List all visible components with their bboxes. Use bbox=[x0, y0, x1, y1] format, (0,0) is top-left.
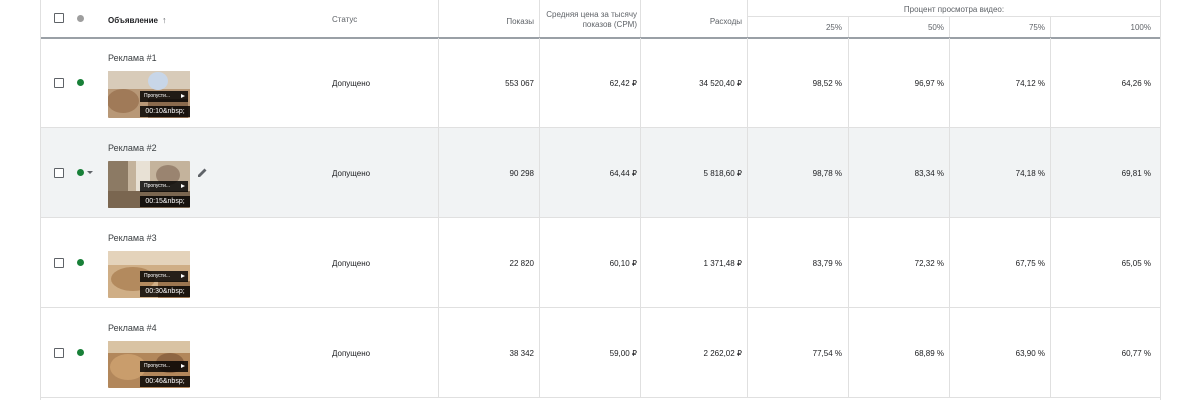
table-row[interactable]: Реклама #4 Пропусти... 00:46&nbsp; Допущ… bbox=[41, 308, 1160, 398]
status-enabled-dot bbox=[77, 169, 84, 176]
cost-value: 5 818,60 ₽ bbox=[703, 169, 742, 178]
skip-ad-overlay: Пропусти... bbox=[140, 91, 188, 102]
status-text: Допущено bbox=[332, 79, 371, 88]
cpm-value: 64,44 ₽ bbox=[609, 169, 637, 178]
sort-ascending-icon[interactable]: ↑ bbox=[162, 15, 167, 25]
status-enabled-dot bbox=[77, 349, 84, 356]
p50-value: 96,97 % bbox=[914, 79, 944, 88]
cost-value: 1 371,48 ₽ bbox=[703, 259, 742, 268]
p50-column-header[interactable]: 50% bbox=[849, 23, 944, 32]
status-column-header[interactable]: Статус bbox=[332, 15, 357, 24]
impressions-value: 90 298 bbox=[509, 169, 534, 178]
cpm-column-header[interactable]: Средняя цена за тысячу показов (CPM) bbox=[540, 10, 637, 30]
p100-column-header[interactable]: 100% bbox=[1051, 23, 1151, 32]
cost-column-header[interactable]: Расходы bbox=[641, 17, 742, 26]
play-icon bbox=[181, 184, 185, 188]
ad-name[interactable]: Реклама #1 bbox=[108, 53, 157, 63]
p50-value: 83,34 % bbox=[914, 169, 944, 178]
p100-value: 65,05 % bbox=[1121, 259, 1151, 268]
p75-value: 63,90 % bbox=[1015, 349, 1045, 358]
impressions-value: 22 820 bbox=[509, 259, 534, 268]
impressions-value: 38 342 bbox=[509, 349, 534, 358]
video-thumbnail[interactable]: Пропусти... 00:46&nbsp; bbox=[108, 341, 190, 388]
play-icon bbox=[181, 94, 185, 98]
header-status-dot bbox=[77, 15, 84, 22]
ad-name[interactable]: Реклама #4 bbox=[108, 323, 157, 333]
p100-value: 64,26 % bbox=[1121, 79, 1151, 88]
ads-table: Объявление ↑ Статус Показы Средняя цена з… bbox=[40, 0, 1161, 400]
p25-value: 98,52 % bbox=[812, 79, 842, 88]
row-checkbox[interactable] bbox=[54, 168, 64, 178]
p25-value: 83,79 % bbox=[812, 259, 842, 268]
status-enabled-dot bbox=[77, 259, 84, 266]
p75-value: 74,18 % bbox=[1015, 169, 1045, 178]
video-thumbnail[interactable]: Пропусти... 00:30&nbsp; bbox=[108, 251, 190, 298]
row-checkbox[interactable] bbox=[54, 78, 64, 88]
table-row[interactable]: Реклама #3 Пропусти... 00:30&nbsp; Допущ… bbox=[41, 218, 1160, 308]
video-duration: 00:15&nbsp; bbox=[140, 196, 190, 207]
status-enabled-dot bbox=[77, 79, 84, 86]
ad-name[interactable]: Реклама #3 bbox=[108, 233, 157, 243]
cpm-value: 60,10 ₽ bbox=[609, 259, 637, 268]
cost-value: 2 262,02 ₽ bbox=[703, 349, 742, 358]
cost-value: 34 520,40 ₽ bbox=[699, 79, 742, 88]
p75-value: 67,75 % bbox=[1015, 259, 1045, 268]
table-row[interactable]: Реклама #2 Пропусти... 00:15&nbsp; Допущ… bbox=[41, 128, 1160, 218]
cpm-value: 62,42 ₽ bbox=[609, 79, 637, 88]
ad-name[interactable]: Реклама #2 bbox=[108, 143, 157, 153]
row-checkbox[interactable] bbox=[54, 258, 64, 268]
select-all-checkbox[interactable] bbox=[54, 13, 64, 23]
p25-column-header[interactable]: 25% bbox=[748, 23, 842, 32]
impressions-column-header[interactable]: Показы bbox=[439, 17, 534, 26]
play-icon bbox=[181, 364, 185, 368]
p25-value: 98,78 % bbox=[812, 169, 842, 178]
play-icon bbox=[181, 274, 185, 278]
status-text: Допущено bbox=[332, 169, 371, 178]
video-thumbnail[interactable]: Пропусти... 00:15&nbsp; bbox=[108, 161, 190, 208]
video-duration: 00:10&nbsp; bbox=[140, 106, 190, 117]
row-checkbox[interactable] bbox=[54, 348, 64, 358]
p50-value: 72,32 % bbox=[914, 259, 944, 268]
status-text: Допущено bbox=[332, 349, 371, 358]
video-thumbnail[interactable]: Пропусти... 00:10&nbsp; bbox=[108, 71, 190, 118]
impressions-value: 553 067 bbox=[505, 79, 534, 88]
p100-value: 60,77 % bbox=[1121, 349, 1151, 358]
status-dropdown-icon[interactable] bbox=[87, 171, 93, 174]
skip-ad-overlay: Пропусти... bbox=[140, 181, 188, 192]
ad-column-header[interactable]: Объявление ↑ bbox=[108, 15, 167, 25]
skip-ad-overlay: Пропусти... bbox=[140, 361, 188, 372]
video-view-percent-group-header: Процент просмотра видео: bbox=[903, 5, 1005, 14]
p75-column-header[interactable]: 75% bbox=[950, 23, 1045, 32]
table-row[interactable]: Реклама #1 Пропусти... 00:10&nbsp; Допущ… bbox=[41, 38, 1160, 128]
cpm-value: 59,00 ₽ bbox=[609, 349, 637, 358]
p100-value: 69,81 % bbox=[1121, 169, 1151, 178]
p75-value: 74,12 % bbox=[1015, 79, 1045, 88]
p50-value: 68,89 % bbox=[914, 349, 944, 358]
status-text: Допущено bbox=[332, 259, 371, 268]
skip-ad-overlay: Пропусти... bbox=[140, 271, 188, 282]
video-duration: 00:30&nbsp; bbox=[140, 286, 190, 297]
video-duration: 00:46&nbsp; bbox=[140, 376, 190, 387]
p25-value: 77,54 % bbox=[812, 349, 842, 358]
edit-pencil-icon[interactable] bbox=[197, 167, 208, 178]
table-header: Объявление ↑ Статус Показы Средняя цена з… bbox=[41, 0, 1160, 39]
